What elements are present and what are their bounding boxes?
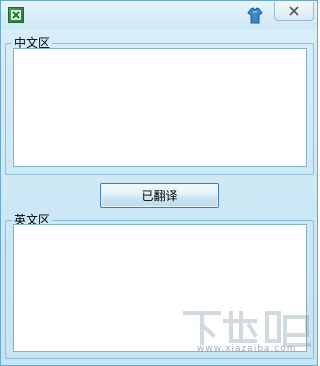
chinese-text-input[interactable] bbox=[13, 48, 307, 167]
watermark-url: www.xiazaiba.com bbox=[197, 344, 297, 354]
excel-icon bbox=[8, 7, 24, 23]
close-button[interactable] bbox=[274, 2, 314, 21]
title-bar[interactable] bbox=[1, 1, 317, 29]
shirt-icon[interactable] bbox=[246, 7, 264, 25]
app-window: 中文区 已翻译 英文区 www.xiazaiba.com bbox=[0, 0, 318, 366]
translate-button[interactable]: 已翻译 bbox=[100, 183, 219, 208]
close-icon bbox=[289, 6, 299, 16]
english-text-input[interactable] bbox=[13, 224, 307, 352]
